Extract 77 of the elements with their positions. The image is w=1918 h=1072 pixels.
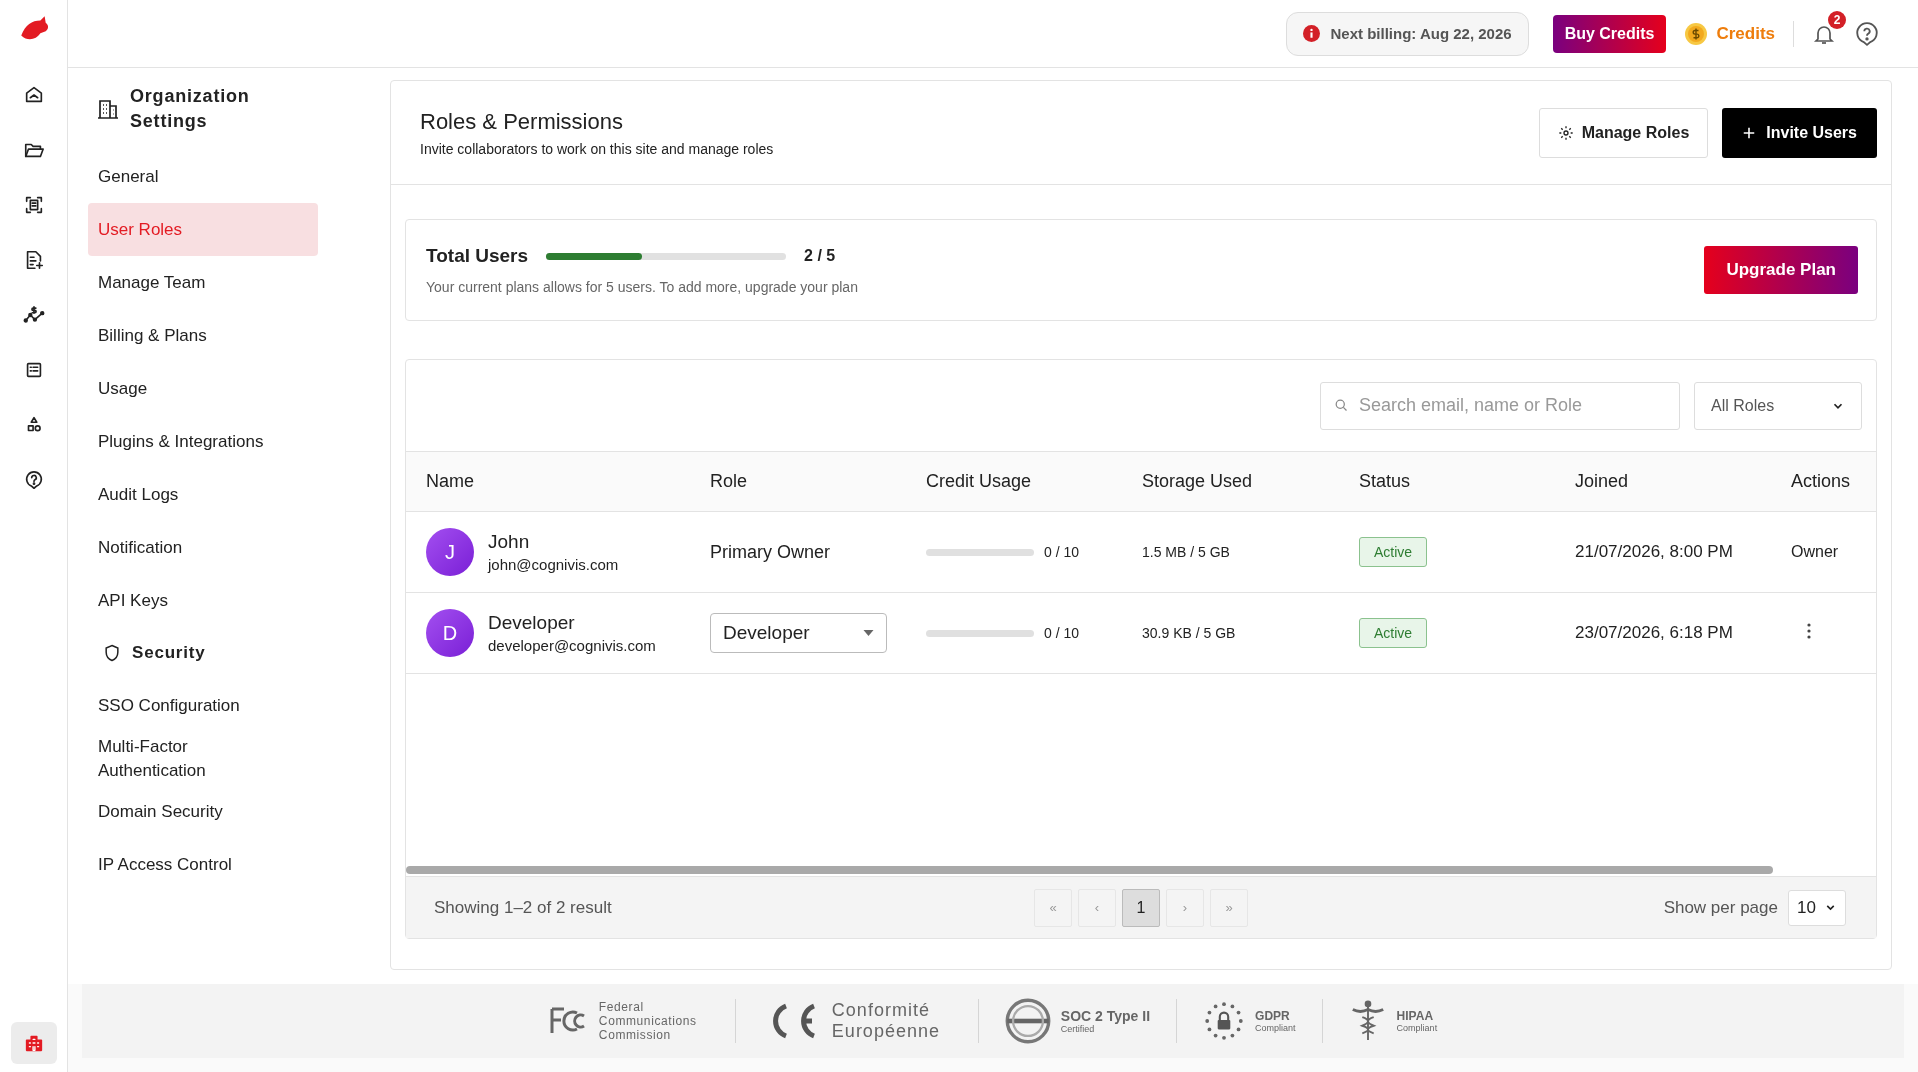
storage-cell-text: 1.5 MB / 5 GB: [1142, 544, 1231, 560]
credit-reading: 0 / 10: [1044, 544, 1080, 560]
action-text: Owner: [1791, 543, 1839, 560]
eu-lock-icon: [1203, 1000, 1246, 1042]
joined-cell-text: 21/07/2026, 8:00 PM: [1575, 542, 1734, 562]
status-badge: Active: [1359, 537, 1428, 567]
shield-icon: [102, 643, 122, 663]
settings-item[interactable]: Domain Security: [88, 785, 318, 838]
settings-item[interactable]: Notification: [88, 521, 318, 574]
role-select[interactable]: Developer: [710, 613, 887, 653]
avatar: J: [426, 528, 474, 576]
settings-item[interactable]: Plugins & Integrations: [88, 415, 318, 468]
plus-icon: [1742, 125, 1757, 140]
certification-name: GDPR: [1255, 1009, 1291, 1023]
search-icon: [1334, 397, 1349, 413]
avatar: D: [426, 609, 474, 657]
usage-note: Your current plans allows for 5 users. To add more, upgrade your plan: [426, 279, 859, 295]
user-name: Developer: [488, 612, 576, 634]
settings-item[interactable]: SSO Configuration: [88, 679, 318, 732]
storage-cell-text: 30.9 KB / 5 GB: [1142, 625, 1237, 641]
certification-name: Conformité Européenne: [831, 1000, 941, 1042]
credit-reading: 0 / 10: [1044, 625, 1080, 641]
more-icon[interactable]: [1807, 623, 1811, 639]
info-icon: [1303, 25, 1321, 42]
building-icon: [96, 97, 120, 121]
building-icon[interactable]: [10, 1022, 57, 1064]
usage-reading: 2 / 5: [804, 247, 836, 265]
settings-item[interactable]: Billing & Plans: [88, 309, 318, 362]
page-subtitle: Invite collaborators to work on this site and manage roles: [420, 140, 775, 157]
notification-count: 2: [1828, 10, 1846, 29]
buy-credits-button[interactable]: Buy Credits: [1552, 14, 1667, 53]
certification-status: Compliant: [1255, 1023, 1296, 1033]
per-page-label: Show per page: [1663, 897, 1778, 918]
certification-status: Certified: [1060, 1024, 1096, 1034]
settings-item[interactable]: Audit Logs: [88, 468, 318, 521]
section-heading: Security: [132, 643, 206, 663]
caret-icon: [863, 630, 874, 636]
page-title: Roles & Permissions: [420, 108, 624, 135]
settings-item[interactable]: User Roles: [88, 203, 318, 256]
column-header: Status: [1359, 471, 1412, 492]
settings-title: Organization Settings: [130, 85, 251, 133]
invite-users-button[interactable]: Invite Users: [1722, 107, 1877, 158]
settings-item[interactable]: General: [88, 150, 318, 203]
help-icon[interactable]: [1854, 20, 1880, 47]
user-email: developer@cognivis.com: [488, 637, 656, 654]
manage-roles-button[interactable]: Manage Roles: [1538, 107, 1709, 158]
user-name: John: [488, 531, 531, 553]
role-text: Primary Owner: [710, 541, 830, 562]
column-header: Role: [710, 471, 749, 492]
certification-status: Compliant: [1396, 1023, 1438, 1033]
settings-item[interactable]: API Keys: [88, 574, 318, 627]
role-filter[interactable]: All Roles: [1694, 381, 1862, 430]
joined-cell-text: 23/07/2026, 6:18 PM: [1575, 623, 1734, 643]
column-header: Storage Used: [1142, 471, 1254, 492]
certification-name: SOC 2 Type II: [1060, 1008, 1151, 1024]
status-badge: Active: [1359, 618, 1428, 648]
upgrade-plan-button[interactable]: Upgrade Plan: [1704, 246, 1858, 294]
result-summary: Showing 1–2 of 2 result: [434, 897, 613, 918]
certification-name: HIPAA: [1396, 1009, 1435, 1023]
user-email: john@cognivis.com: [488, 556, 619, 573]
soc-badge-icon: [1004, 998, 1051, 1044]
column-header: Joined: [1575, 471, 1630, 492]
usage-label: Total Users: [426, 245, 529, 267]
settings-item[interactable]: Usage: [88, 362, 318, 415]
settings-item[interactable]: Multi-Factor Authentication: [88, 732, 318, 785]
gear-icon: [1557, 124, 1574, 141]
column-header: Credit Usage: [926, 471, 1033, 492]
column-header: Actions: [1791, 471, 1852, 492]
page-button[interactable]: 1: [1122, 888, 1160, 927]
column-header: Name: [426, 471, 475, 492]
search-field[interactable]: Search email, name or Role: [1320, 381, 1680, 430]
billing-text: Next billing: Aug 22, 2026: [1330, 25, 1512, 42]
settings-item[interactable]: Manage Team: [88, 256, 318, 309]
per-page-select[interactable]: 10: [1788, 889, 1846, 926]
coin-icon: [1684, 21, 1709, 46]
settings-item[interactable]: IP Access Control: [88, 838, 318, 891]
certification-name: Federal Communications Commission: [598, 1000, 698, 1042]
